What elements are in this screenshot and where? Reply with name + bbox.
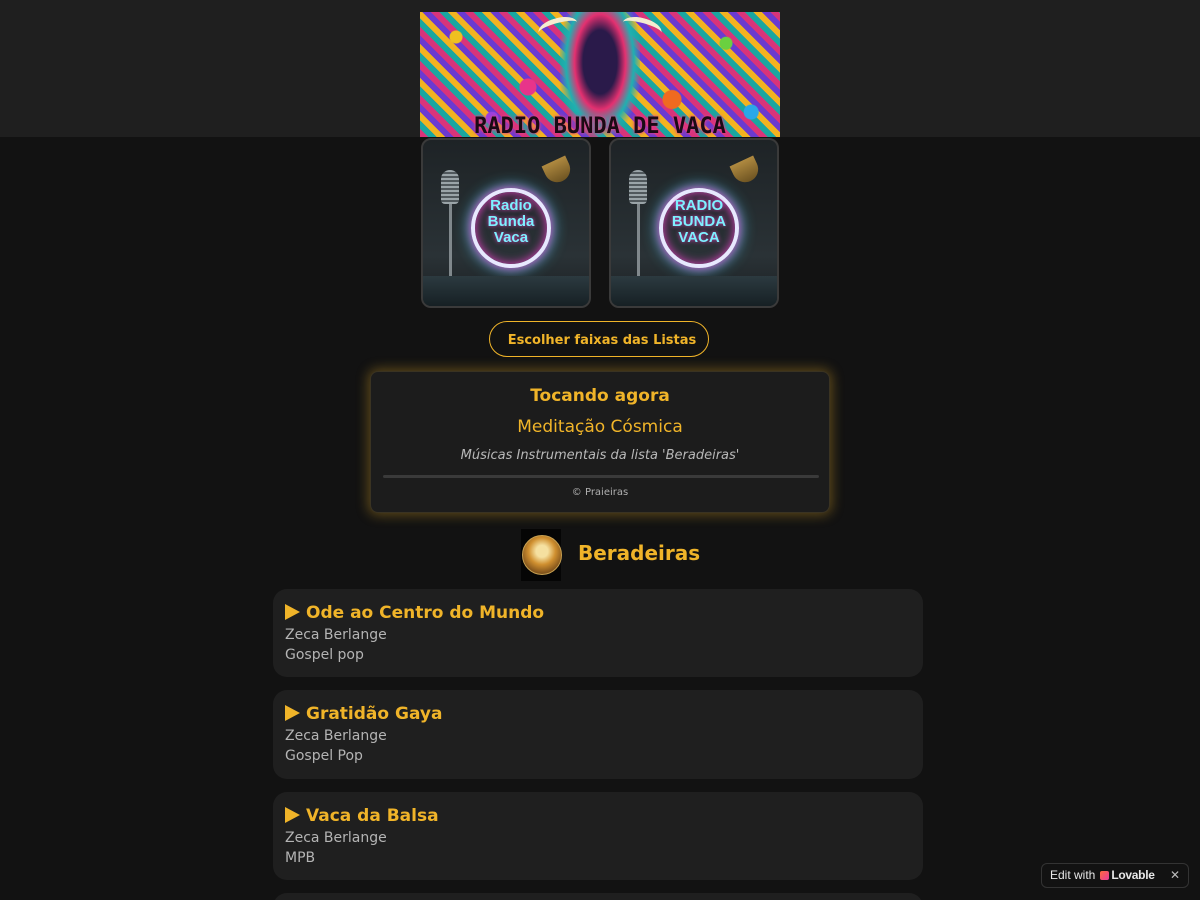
radio-banner: RADIO BUNDA DE VACA xyxy=(420,12,780,137)
page: RADIO BUNDA DE VACA Radio Bunda Vaca RAD… xyxy=(0,0,1200,900)
cover-image-1[interactable]: Radio Bunda Vaca xyxy=(421,138,591,308)
progress-bar[interactable] xyxy=(383,475,819,478)
cover-floor xyxy=(423,276,589,306)
now-playing-subtitle: Músicas Instrumentais da lista 'Beradeir… xyxy=(460,448,740,463)
track-artist: Zeca Berlange xyxy=(285,728,387,744)
track-item[interactable]: Gratidão Gaya Zeca Berlange Gospel Pop xyxy=(273,690,923,779)
now-playing-track: Meditação Cósmica xyxy=(517,417,683,437)
neon-line: RADIO xyxy=(674,197,724,214)
track-item[interactable]: Vaca da Balsa Zeca Berlange MPB xyxy=(273,792,923,880)
track-title[interactable]: Vaca da Balsa xyxy=(285,804,911,828)
track-genre: MPB xyxy=(285,850,316,866)
lamp-icon xyxy=(541,155,575,187)
edit-with-lovable-badge[interactable]: Edit with Lovable ✕ xyxy=(1041,863,1189,888)
now-playing-heading: Tocando agora xyxy=(530,386,670,406)
badge-brand: Lovable xyxy=(1111,868,1155,882)
neon-logo-text: Radio Bunda Vaca xyxy=(471,198,551,246)
track-title-text: Vaca da Balsa xyxy=(306,806,439,826)
track-artist: Zeca Berlange xyxy=(285,627,387,643)
microphone-icon xyxy=(441,170,459,204)
playlist-disc-image xyxy=(522,535,562,575)
playlist-title: Beradeiras xyxy=(578,541,701,565)
mic-stand xyxy=(637,204,640,284)
neon-line: Vaca xyxy=(493,229,529,246)
play-icon xyxy=(285,807,300,823)
track-genre: Gospel pop xyxy=(285,647,364,663)
close-icon[interactable]: ✕ xyxy=(1170,864,1180,887)
copyright-text: © Praieiras xyxy=(571,487,629,498)
cover-floor xyxy=(611,276,777,306)
neon-line: Bunda xyxy=(487,213,535,230)
track-item[interactable]: Ode ao Centro do Mundo Zeca Berlange Gos… xyxy=(273,589,923,677)
play-icon xyxy=(285,604,300,620)
track-item-partial[interactable] xyxy=(273,893,923,900)
track-title-text: Ode ao Centro do Mundo xyxy=(306,603,545,623)
badge-prefix: Edit with xyxy=(1050,868,1096,882)
mic-stand xyxy=(449,204,452,284)
play-icon xyxy=(285,705,300,721)
track-genre: Gospel Pop xyxy=(285,748,363,764)
track-title-text: Gratidão Gaya xyxy=(306,704,443,724)
cover-image-2[interactable]: RADIO BUNDA VACA xyxy=(609,138,779,308)
now-playing-card: Tocando agora Meditação Cósmica Músicas … xyxy=(370,371,830,513)
neon-line: BUNDA xyxy=(671,213,727,230)
neon-line: Radio xyxy=(490,197,532,214)
neon-logo-text: RADIO BUNDA VACA xyxy=(659,198,739,246)
track-title[interactable]: Ode ao Centro do Mundo xyxy=(285,601,911,625)
lovable-heart-icon xyxy=(1100,871,1110,880)
microphone-icon xyxy=(629,170,647,204)
playlist-cover xyxy=(521,529,562,581)
lamp-icon xyxy=(729,155,763,187)
banner-title: RADIO BUNDA DE VACA xyxy=(474,114,726,137)
track-artist: Zeca Berlange xyxy=(285,830,387,846)
neon-line: VACA xyxy=(678,229,720,246)
track-title[interactable]: Gratidão Gaya xyxy=(285,702,911,726)
choose-tracks-button[interactable]: Escolher faixas das Listas xyxy=(489,321,709,357)
